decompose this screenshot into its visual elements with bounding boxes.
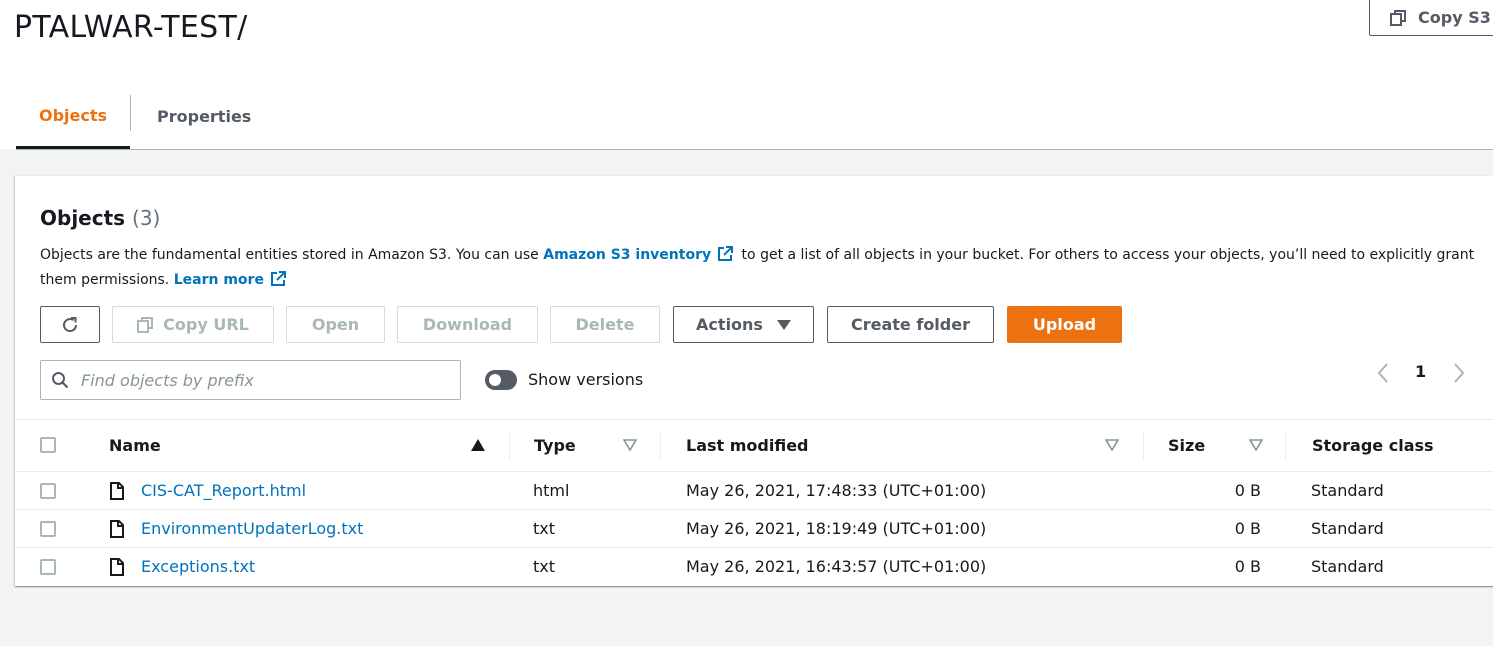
column-separator <box>509 432 510 460</box>
table-row[interactable]: EnvironmentUpdaterLog.txt txt May 26, 20… <box>15 510 1493 548</box>
tab-divider <box>130 95 131 131</box>
actions-dropdown-button[interactable]: Actions <box>673 306 814 343</box>
show-versions-toggle[interactable] <box>485 370 517 390</box>
object-name-link[interactable]: Exceptions.txt <box>141 557 255 576</box>
previous-page-icon[interactable] <box>1375 362 1391 384</box>
object-last-modified: May 26, 2021, 18:19:49 (UTC+01:00) <box>686 519 987 538</box>
column-header-type[interactable]: Type <box>534 420 576 471</box>
object-type: txt <box>533 519 556 538</box>
sort-icon[interactable] <box>1105 439 1119 451</box>
caret-down-icon <box>776 319 791 330</box>
objects-count: (3) <box>132 206 161 230</box>
row-checkbox[interactable] <box>40 483 56 499</box>
column-header-last-modified[interactable]: Last modified <box>686 420 809 471</box>
page-title: PTALWAR-TEST/ <box>14 10 248 45</box>
copy-icon <box>1390 9 1406 26</box>
actions-label: Actions <box>696 315 763 334</box>
sort-icon[interactable] <box>623 439 637 451</box>
object-last-modified: May 26, 2021, 16:43:57 (UTC+01:00) <box>686 557 987 576</box>
search-icon <box>52 372 69 389</box>
file-icon <box>110 520 124 538</box>
column-separator <box>1285 432 1286 460</box>
objects-panel-title: Objects (3) <box>40 206 160 230</box>
object-storage-class: Standard <box>1311 519 1384 538</box>
row-checkbox[interactable] <box>40 521 56 537</box>
external-link-icon <box>718 246 734 261</box>
object-last-modified: May 26, 2021, 17:48:33 (UTC+01:00) <box>686 481 987 500</box>
row-checkbox[interactable] <box>40 559 56 575</box>
copy-s3-label: Copy S3 <box>1418 8 1491 27</box>
object-size: 0 B <box>1234 481 1261 500</box>
object-type: txt <box>533 557 556 576</box>
object-size: 0 B <box>1234 557 1261 576</box>
objects-heading: Objects <box>40 206 126 230</box>
column-header-storage-class[interactable]: Storage class <box>1312 420 1434 471</box>
sort-ascending-icon[interactable] <box>471 439 485 451</box>
sort-icon[interactable] <box>1249 439 1263 451</box>
copy-s3-uri-button[interactable]: Copy S3 <box>1369 0 1493 36</box>
next-page-icon[interactable] <box>1451 362 1467 384</box>
s3-inventory-link[interactable]: Amazon S3 inventory <box>543 247 711 263</box>
file-icon <box>110 558 124 576</box>
page-header: PTALWAR-TEST/ Copy S3 Objects Properties <box>0 0 1493 150</box>
table-row[interactable]: CIS-CAT_Report.html html May 26, 2021, 1… <box>15 472 1493 510</box>
tab-properties[interactable]: Properties <box>157 85 251 148</box>
delete-button[interactable]: Delete <box>550 306 660 343</box>
column-header-name[interactable]: Name <box>109 420 161 471</box>
current-page-number[interactable]: 1 <box>1415 362 1426 381</box>
objects-panel: Objects (3) Objects are the fundamental … <box>15 175 1493 586</box>
show-versions-label: Show versions <box>528 370 644 389</box>
search-input[interactable] <box>79 369 443 391</box>
description-text-1: Objects are the fundamental entities sto… <box>40 247 544 263</box>
select-all-checkbox[interactable] <box>40 437 56 453</box>
column-separator <box>1143 432 1144 460</box>
copy-url-label: Copy URL <box>163 315 249 334</box>
objects-description: Objects are the fundamental entities sto… <box>40 243 1490 293</box>
copy-url-button[interactable]: Copy URL <box>112 306 274 343</box>
learn-more-link[interactable]: Learn more <box>174 272 264 288</box>
refresh-button[interactable] <box>40 306 100 343</box>
object-type: html <box>533 481 570 500</box>
upload-button[interactable]: Upload <box>1007 306 1122 343</box>
object-storage-class: Standard <box>1311 557 1384 576</box>
tab-objects[interactable]: Objects <box>16 85 130 149</box>
file-icon <box>110 482 124 500</box>
object-storage-class: Standard <box>1311 481 1384 500</box>
table-header: Name Type Last modified Size Storage cla… <box>15 419 1493 472</box>
refresh-icon <box>63 316 78 332</box>
external-link-icon <box>270 271 286 286</box>
search-box <box>40 360 461 400</box>
tab-bar: Objects Properties <box>16 85 1493 150</box>
object-name-link[interactable]: EnvironmentUpdaterLog.txt <box>141 519 363 538</box>
column-header-size[interactable]: Size <box>1168 420 1205 471</box>
open-button[interactable]: Open <box>286 306 385 343</box>
object-name-link[interactable]: CIS-CAT_Report.html <box>141 481 306 500</box>
column-separator <box>660 432 661 460</box>
download-button[interactable]: Download <box>397 306 538 343</box>
object-size: 0 B <box>1234 519 1261 538</box>
create-folder-button[interactable]: Create folder <box>827 306 994 343</box>
copy-icon <box>137 316 154 333</box>
table-row[interactable]: Exceptions.txt txt May 26, 2021, 16:43:5… <box>15 548 1493 586</box>
